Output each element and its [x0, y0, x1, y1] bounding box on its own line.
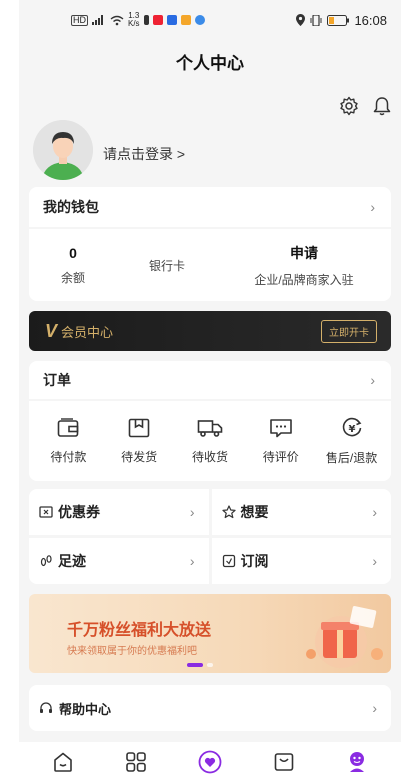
coupons-label: 优惠券 [58, 504, 100, 520]
chevron-right-icon: › [370, 372, 375, 388]
vip-center-banner[interactable]: V 会员中心 立即开卡 [29, 311, 391, 351]
order-status-label: 待发货 [121, 449, 158, 464]
orders-card: 订单 › 待付款 待发货 待收货 待评价 ¥ 售后/退款 [29, 361, 391, 481]
refund-icon: ¥ [342, 417, 361, 436]
help-center-link[interactable]: 帮助中心 › [29, 685, 391, 731]
apply-value: 申请 [290, 244, 318, 261]
hd-icon: HD [71, 14, 88, 26]
category-tab-icon[interactable] [125, 751, 147, 773]
battery-icon [327, 14, 350, 26]
chevron-right-icon: › [189, 504, 195, 520]
location-icon [296, 14, 306, 26]
settings-icon[interactable] [339, 96, 359, 116]
order-status-label: 待收货 [191, 449, 228, 464]
coupons-link[interactable]: 优惠券 › [29, 489, 209, 535]
orders-header[interactable]: 订单 › [29, 361, 391, 399]
order-pending-shipment[interactable]: 待发货 [107, 418, 171, 465]
phone-screen: HD 1.3 K/s 16:08 个人中心 请点击登录 > 我的钱包 › 0 余… [19, 0, 401, 782]
signal-icon [92, 15, 103, 25]
orders-title: 订单 [43, 372, 71, 388]
subscription-icon [222, 554, 235, 568]
order-pending-receipt[interactable]: 待收货 [178, 418, 242, 465]
apply-label: 企业/品牌商家入驻 [254, 272, 354, 287]
game-notification-icon [180, 15, 191, 25]
chevron-right-icon: › [372, 553, 377, 569]
login-prompt[interactable]: 请点击登录 > [103, 144, 185, 164]
order-status-list: 待付款 待发货 待收货 待评价 ¥ 售后/退款 [29, 401, 391, 481]
profile-tab-icon[interactable] [346, 750, 368, 774]
vip-logo: V [45, 320, 58, 341]
page-title: 个人中心 [19, 40, 401, 82]
balance-value: 0 [69, 244, 77, 261]
default-user-icon [33, 120, 93, 180]
truck-icon [197, 419, 223, 437]
order-status-label: 待付款 [50, 449, 87, 464]
banner-headline: 千万粉丝福利大放送 [67, 622, 212, 639]
comment-icon [269, 418, 292, 437]
order-after-sales[interactable]: ¥ 售后/退款 [320, 417, 384, 466]
order-status-label: 售后/退款 [325, 450, 378, 465]
footprints-link[interactable]: 足迹 › [29, 538, 209, 584]
order-pending-payment[interactable]: 待付款 [36, 417, 100, 465]
avatar[interactable] [33, 120, 93, 180]
quick-links-grid: 优惠券 › 想要 › 足迹 › 订阅 › [29, 489, 391, 584]
banner-subline: 快来领取属于你的优惠福利吧 [67, 646, 197, 657]
favorites-tab-icon[interactable] [198, 750, 222, 774]
wishlist-link[interactable]: 想要 › [211, 489, 391, 535]
carousel-indicator [187, 663, 213, 667]
wallet-header[interactable]: 我的钱包 › [29, 187, 391, 227]
promo-banner[interactable]: 千万粉丝福利大放送 快来领取属于你的优惠福利吧 [29, 594, 391, 673]
footprints-label: 足迹 [58, 553, 86, 569]
svg-text:¥: ¥ [348, 424, 355, 435]
bottom-tab-bar [19, 742, 401, 782]
help-center-label: 帮助中心 [59, 701, 112, 717]
footprint-icon [40, 555, 52, 567]
wallet-balance[interactable]: 0 余额 [29, 245, 117, 286]
message-notification-icon [166, 15, 177, 25]
star-icon [221, 505, 236, 519]
headset-icon [40, 702, 52, 713]
vip-label: 会员中心 [61, 324, 114, 340]
browser-notification-icon [194, 15, 205, 25]
wallet-bank-card[interactable]: 银行卡 [117, 257, 217, 274]
network-speed: 1.3 K/s [128, 11, 140, 28]
wifi-icon [110, 15, 124, 25]
wallet-card: 我的钱包 › 0 余额 银行卡 申请 企业/品牌商家入驻 [29, 187, 391, 301]
notification-bell-icon[interactable] [373, 96, 391, 116]
subscriptions-label: 订阅 [240, 553, 269, 569]
chevron-right-icon: › [372, 504, 377, 520]
clock: 16:08 [354, 12, 387, 28]
order-status-label: 待评价 [262, 449, 299, 464]
indicator-active [187, 663, 203, 667]
home-tab-icon[interactable] [52, 751, 74, 773]
wallet-title: 我的钱包 [43, 199, 99, 215]
chevron-right-icon: › [189, 553, 195, 569]
coupon-icon [39, 506, 53, 518]
package-icon [128, 418, 150, 437]
wishlist-label: 想要 [240, 504, 269, 520]
sim-icon [143, 15, 149, 25]
chevron-right-icon: › [370, 199, 375, 215]
gift-box-icon [306, 606, 383, 668]
merchant-apply[interactable]: 申请 企业/品牌商家入驻 [217, 243, 391, 288]
bank-card-label: 银行卡 [148, 258, 185, 273]
balance-label: 余额 [60, 270, 85, 285]
subscriptions-link[interactable]: 订阅 › [211, 538, 391, 584]
order-pending-review[interactable]: 待评价 [249, 418, 313, 465]
indicator-inactive [207, 663, 213, 667]
wallet-icon [58, 417, 79, 437]
open-card-button[interactable]: 立即开卡 [321, 319, 377, 343]
app-notification-icon [152, 15, 163, 25]
chevron-right-icon: › [372, 700, 377, 716]
profile-section: 请点击登录 > [19, 82, 401, 187]
wallet-stats: 0 余额 银行卡 申请 企业/品牌商家入驻 [29, 229, 391, 301]
status-bar: HD 1.3 K/s 16:08 [19, 0, 401, 40]
cart-tab-icon[interactable] [273, 751, 295, 773]
vibrate-icon [310, 14, 322, 26]
